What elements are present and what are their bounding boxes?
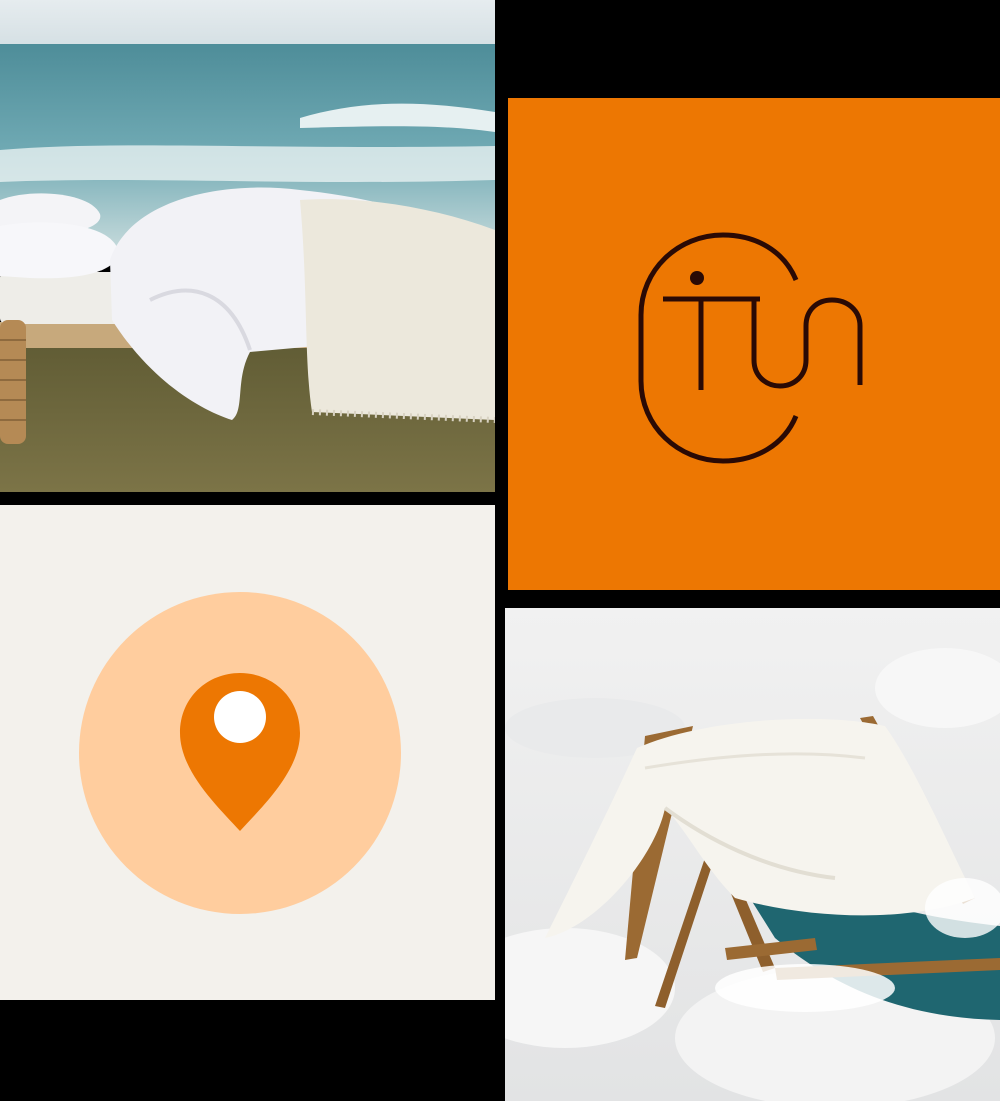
beach-chair-image [505,608,1000,1101]
brand-logo-panel [508,98,1000,590]
brand-logo-icon [508,98,1000,590]
beach-bed-photo [0,0,495,492]
beach-chair-photo [505,608,1000,1101]
map-pin-icon [0,505,495,1000]
beach-bed-image [0,0,495,492]
location-pin-panel [0,505,495,1000]
